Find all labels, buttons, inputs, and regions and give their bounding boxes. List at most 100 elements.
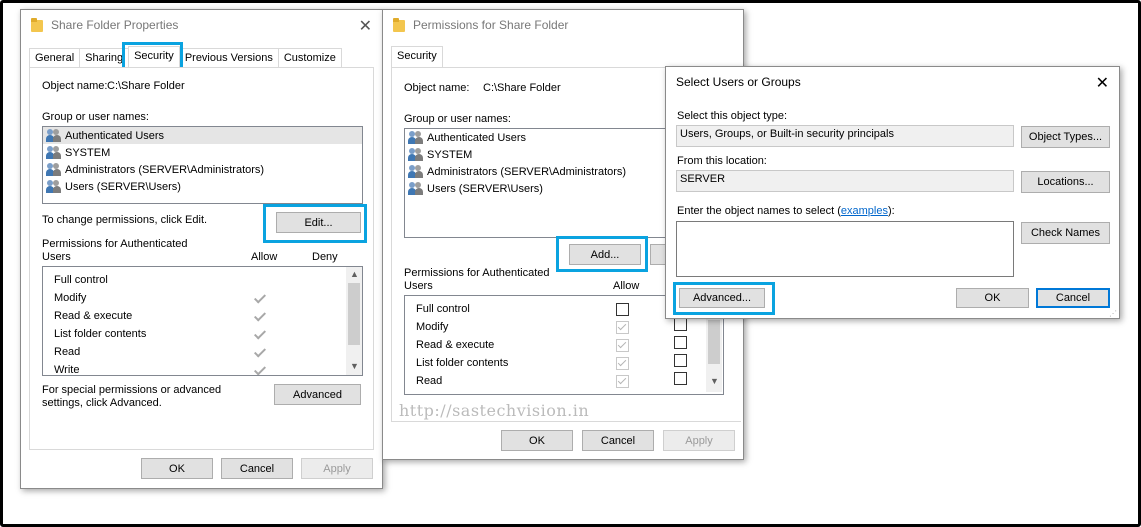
list-item[interactable]: Users (SERVER\Users) — [43, 178, 362, 195]
scroll-up-icon[interactable]: ▲ — [350, 269, 359, 279]
select-users-dialog: Select Users or Groups ✕ Select this obj… — [665, 66, 1120, 319]
checkmark-icon — [253, 328, 267, 342]
properties-tabs: General Sharing Security Previous Versio… — [29, 46, 342, 67]
table-row: Read & execute — [43, 308, 362, 326]
table-row: Write — [43, 362, 362, 376]
tab-general[interactable]: General — [29, 48, 81, 67]
list-item[interactable]: Authenticated Users — [43, 127, 362, 144]
object-type-field: Users, Groups, or Built-in security prin… — [676, 125, 1014, 147]
location-field: SERVER — [676, 170, 1014, 192]
list-item[interactable]: SYSTEM — [43, 144, 362, 161]
checkmark-icon — [253, 364, 267, 375]
enter-names-label: Enter the object names to select (exampl… — [677, 205, 895, 217]
cancel-button[interactable]: Cancel — [582, 430, 654, 451]
deny-checkbox[interactable] — [674, 318, 687, 331]
ok-button[interactable]: OK — [956, 288, 1029, 308]
user-name: SYSTEM — [65, 146, 111, 159]
allow-checkbox[interactable] — [616, 375, 629, 388]
folder-icon — [393, 18, 405, 32]
properties-title: Share Folder Properties — [51, 18, 179, 32]
object-name-value: C:\Share Folder — [483, 82, 561, 94]
check-names-button[interactable]: Check Names — [1021, 222, 1110, 244]
scroll-thumb[interactable] — [348, 283, 360, 345]
table-row: Full control — [43, 272, 362, 290]
security-panel: Object name: C:\Share Folder Group or us… — [29, 67, 374, 450]
permissions-tabs: Security — [391, 46, 443, 67]
permission-name: List folder contents — [416, 357, 509, 369]
resize-grip-icon[interactable]: ⋰ — [1109, 309, 1117, 318]
permission-name: Read — [416, 375, 443, 387]
cancel-button[interactable]: Cancel — [1036, 288, 1110, 308]
table-row: Read — [43, 344, 362, 362]
advanced-button[interactable]: Advanced — [274, 384, 361, 405]
select-dialog-title: Select Users or Groups — [676, 75, 801, 89]
enter-names-text-end: ): — [887, 205, 895, 217]
object-type-label: Select this object type: — [677, 110, 788, 122]
permission-name: Read & execute — [416, 339, 495, 351]
examples-link[interactable]: examples — [841, 205, 888, 217]
scroll-down-icon[interactable]: ▼ — [710, 376, 719, 386]
object-name-value: C:\Share Folder — [107, 80, 185, 92]
tab-customize[interactable]: Customize — [277, 48, 342, 67]
user-name: Users (SERVER\Users) — [427, 182, 543, 195]
user-name: Authenticated Users — [65, 129, 165, 142]
ok-button[interactable]: OK — [141, 458, 213, 479]
deny-header: Deny — [312, 251, 338, 263]
permission-name: Write — [54, 364, 80, 376]
permission-name: Modify — [54, 292, 87, 304]
permissions-list[interactable]: Full control Modify Read & execute List … — [42, 266, 363, 376]
properties-titlebar: Share Folder Properties ✕ — [21, 10, 382, 40]
permission-name: Modify — [416, 321, 449, 333]
tab-security[interactable]: Security — [391, 46, 443, 67]
users-group-icon — [46, 146, 62, 159]
locations-button[interactable]: Locations... — [1021, 171, 1110, 193]
close-icon[interactable]: ✕ — [359, 16, 372, 36]
scrollbar[interactable]: ▼ — [706, 318, 722, 392]
allow-checkbox[interactable] — [616, 321, 629, 334]
users-group-icon — [408, 148, 424, 161]
permission-name: Full control — [416, 303, 470, 315]
permission-name: Full control — [54, 274, 108, 286]
object-types-button[interactable]: Object Types... — [1021, 126, 1110, 148]
close-icon[interactable]: ✕ — [1096, 73, 1109, 93]
user-name: SYSTEM — [427, 148, 473, 161]
allow-checkbox[interactable] — [616, 339, 629, 352]
scroll-down-icon[interactable]: ▼ — [350, 361, 359, 371]
special-permissions-text: For special permissions or advanced sett… — [42, 384, 222, 409]
users-group-icon — [408, 182, 424, 195]
apply-button[interactable]: Apply — [663, 430, 735, 451]
change-permissions-text: To change permissions, click Edit. — [42, 214, 208, 226]
allow-checkbox[interactable] — [616, 303, 629, 316]
users-listbox[interactable]: Authenticated Users SYSTEM Administrator… — [42, 126, 363, 204]
users-group-icon — [46, 129, 62, 142]
list-item[interactable]: Administrators (SERVER\Administrators) — [43, 161, 362, 178]
permissions-for-label: Permissions for Authenticated Users — [404, 267, 550, 292]
deny-checkbox[interactable] — [674, 372, 687, 385]
checkmark-icon — [253, 310, 267, 324]
scroll-thumb[interactable] — [708, 320, 720, 364]
permission-name: Read — [54, 346, 81, 358]
permissions-for-label: Permissions for Authenticated Users — [42, 238, 188, 263]
object-name-label: Object name: — [42, 80, 108, 92]
allow-checkbox[interactable] — [616, 357, 629, 370]
permissions-titlebar: Permissions for Share Folder — [383, 10, 743, 40]
location-label: From this location: — [677, 155, 767, 167]
group-label: Group or user names: — [42, 111, 149, 123]
permission-name: Read & execute — [54, 310, 133, 322]
deny-checkbox[interactable] — [674, 354, 687, 367]
deny-checkbox[interactable] — [674, 336, 687, 349]
users-group-icon — [408, 165, 424, 178]
scrollbar[interactable]: ▲ ▼ — [346, 267, 362, 375]
folder-icon — [31, 18, 43, 32]
user-name: Authenticated Users — [427, 131, 527, 144]
apply-button[interactable]: Apply — [301, 458, 373, 479]
tab-previous-versions[interactable]: Previous Versions — [178, 48, 279, 67]
table-row: Modify — [43, 290, 362, 308]
checkmark-icon — [253, 292, 267, 306]
ok-button[interactable]: OK — [501, 430, 573, 451]
share-folder-properties-window: Share Folder Properties ✕ General Sharin… — [20, 9, 383, 489]
user-name: Administrators (SERVER\Administrators) — [65, 163, 265, 176]
object-names-input[interactable] — [676, 221, 1014, 277]
users-group-icon — [46, 180, 62, 193]
cancel-button[interactable]: Cancel — [221, 458, 293, 479]
